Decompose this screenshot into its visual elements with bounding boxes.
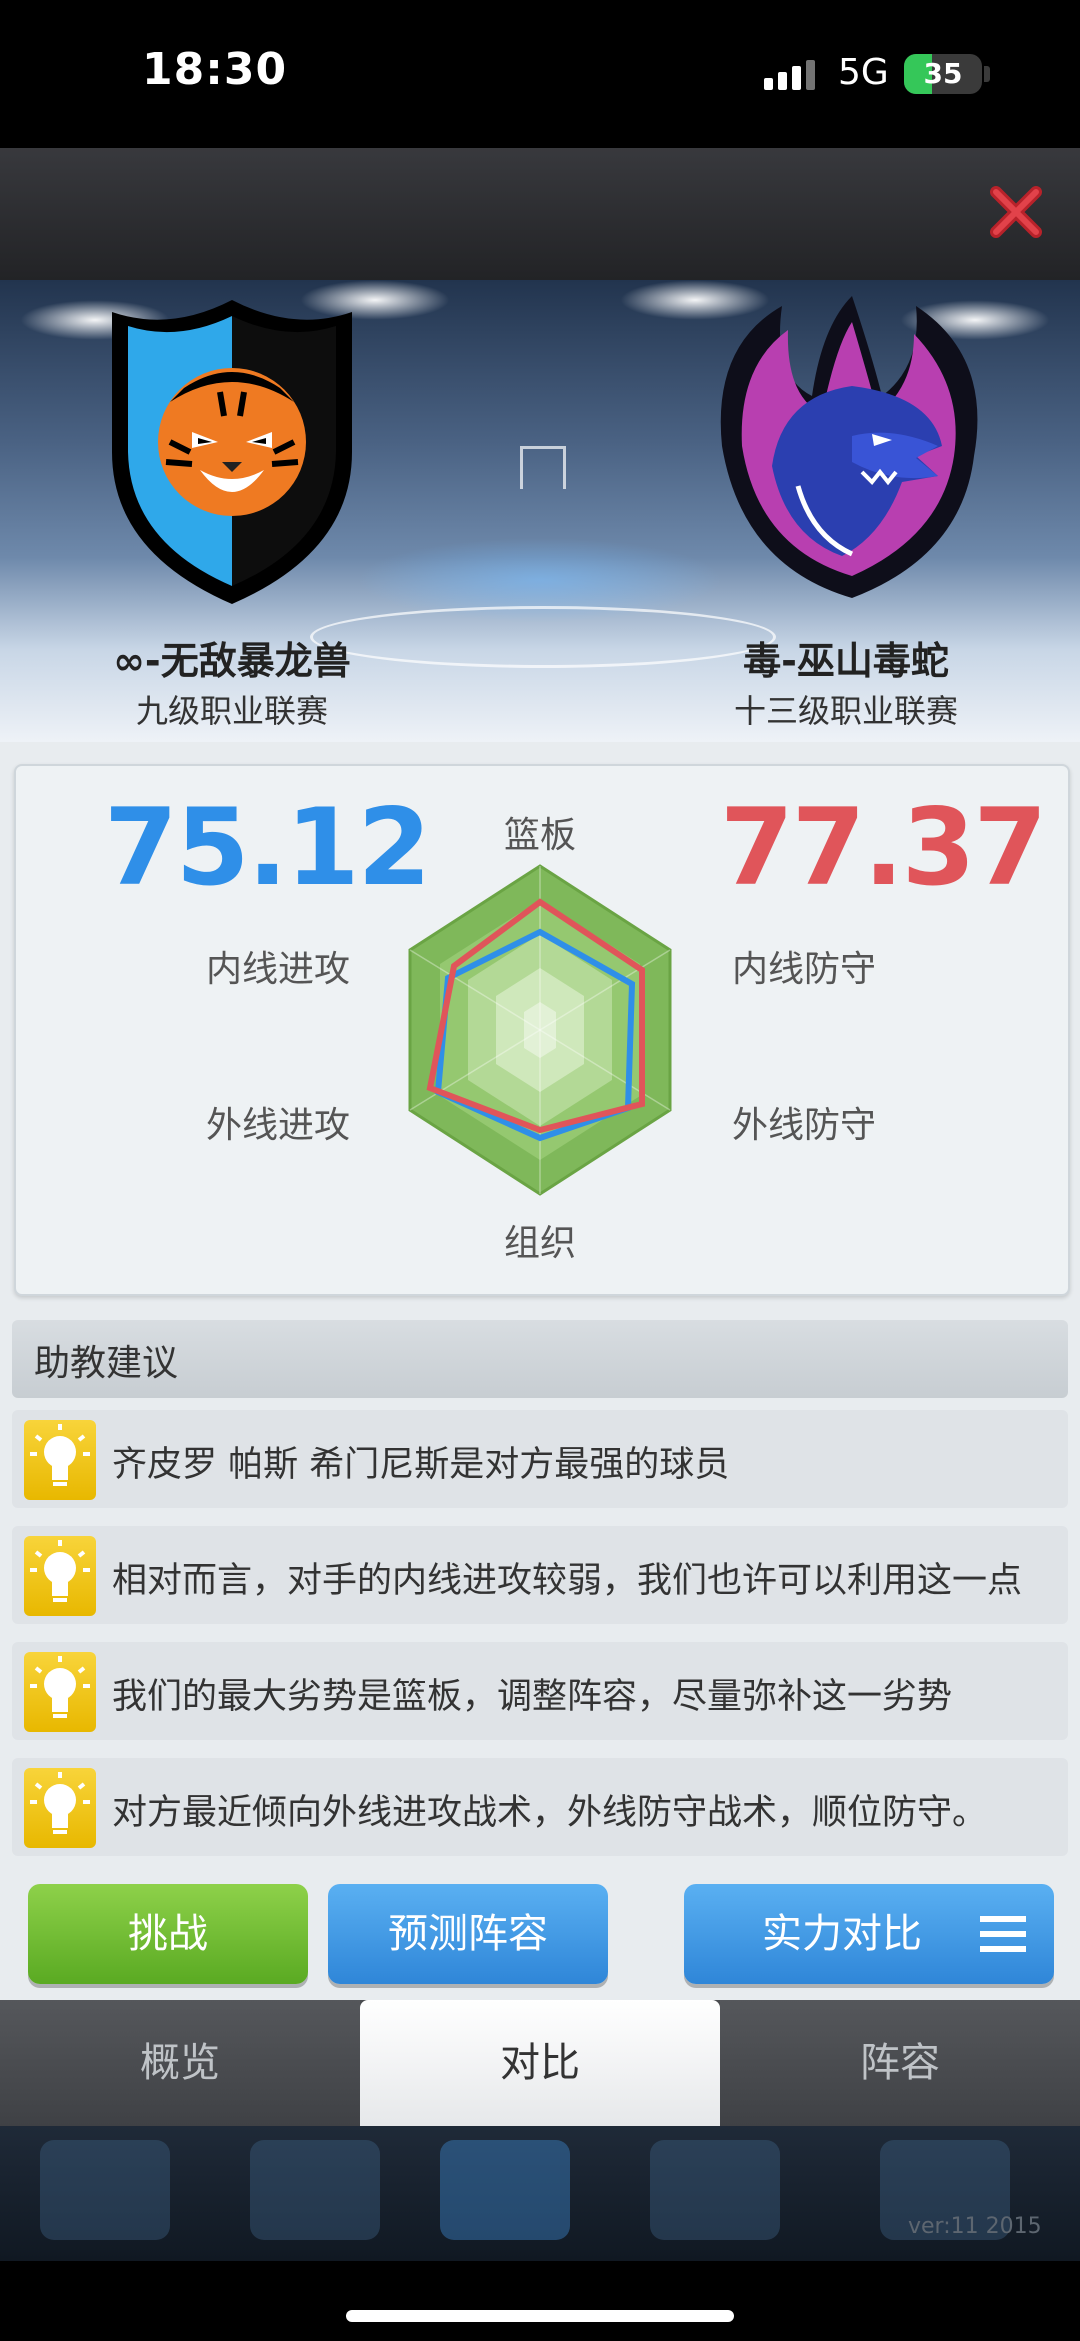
axis-label-outside-defense: 外线防守 [732, 1105, 877, 1146]
axis-label-inside-attack: 内线进攻 [206, 949, 351, 990]
tab-compare[interactable]: 对比 [360, 2000, 720, 2126]
predict-lineup-button[interactable]: 预测阵容 [328, 1884, 608, 1984]
advice-text: 对方最近倾向外线进攻战术，外线防守战术，顺位防守。 [112, 1793, 988, 1833]
right-team-name: 毒-巫山毒蛇 [743, 639, 949, 683]
advice-text: 齐皮罗 帕斯 希门尼斯是对方最强的球员 [112, 1445, 730, 1485]
axis-label-inside-defense: 内线防守 [732, 949, 877, 990]
network-label: 5G [838, 52, 889, 93]
status-time: 18:30 [142, 44, 288, 95]
dialog-header [0, 148, 1080, 280]
lightbulb-icon [24, 1536, 96, 1616]
version-label: ver:11 2015 [908, 2214, 1042, 2239]
dimmed-nav-icon [440, 2140, 570, 2240]
dragon-logo [720, 296, 978, 598]
right-team-score: 77.37 [720, 786, 1047, 909]
strength-compare-label: 实力对比 [762, 1911, 922, 1957]
advice-text: 相对而言，对手的内线进攻较弱，我们也许可以利用这一点 [112, 1561, 1023, 1601]
menu-icon[interactable] [980, 1914, 1026, 1954]
dimmed-nav-icon [40, 2140, 170, 2240]
dimmed-nav-icon [650, 2140, 780, 2240]
left-team-name: ∞-无敌暴龙兽 [113, 639, 351, 683]
tab-overview[interactable]: 概览 [0, 2000, 360, 2126]
left-team-league: 九级职业联赛 [135, 692, 328, 730]
lightbulb-icon [24, 1420, 96, 1500]
radar-chart [408, 864, 672, 1196]
challenge-button[interactable]: 挑战 [28, 1884, 308, 1984]
lightbulb-icon [24, 1652, 96, 1732]
battery-percent: 35 [923, 57, 963, 90]
signal-icon [764, 60, 820, 90]
right-team-league: 十三级职业联赛 [733, 692, 958, 730]
left-team-score: 75.12 [104, 786, 431, 909]
hoop-backboard [520, 446, 566, 489]
axis-label-outside-attack: 外线进攻 [206, 1105, 351, 1146]
advice-title: 助教建议 [34, 1343, 179, 1384]
axis-label-rebound: 篮板 [504, 815, 577, 856]
battery-icon: 35 [904, 54, 982, 94]
close-icon[interactable] [988, 182, 1044, 242]
axis-label-organize: 组织 [504, 1223, 577, 1264]
home-indicator[interactable] [346, 2310, 734, 2322]
advice-text: 我们的最大劣势是篮板，调整阵容，尽量弥补这一劣势 [112, 1677, 953, 1717]
system-bottom-bar [0, 2261, 1080, 2341]
dimmed-nav-icon [250, 2140, 380, 2240]
tiger-shield-logo [112, 300, 352, 604]
lightbulb-icon [24, 1768, 96, 1848]
tab-lineup[interactable]: 阵容 [720, 2000, 1080, 2126]
battery-cap [984, 66, 990, 82]
